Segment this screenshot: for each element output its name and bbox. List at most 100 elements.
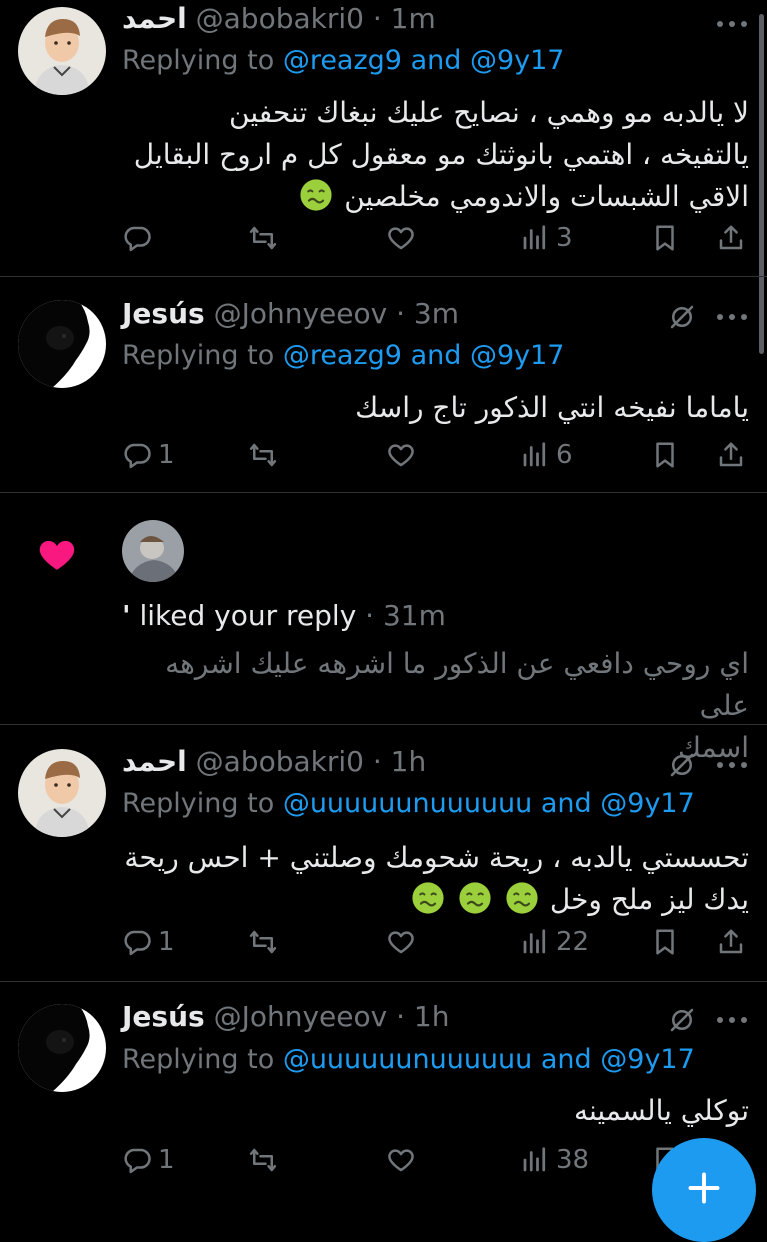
like-button[interactable]: [386, 922, 422, 962]
avatar[interactable]: [18, 7, 106, 95]
replying-prefix: Replying to: [122, 340, 275, 371]
bookmark-button[interactable]: [650, 435, 680, 475]
author-name[interactable]: احمد: [122, 745, 187, 778]
mention-link[interactable]: @uuuuuunuuuuuu: [283, 788, 532, 819]
timestamp[interactable]: · 1m: [373, 2, 436, 35]
muted-icon[interactable]: [667, 302, 697, 332]
replying-prefix: Replying to: [122, 788, 275, 819]
mention-and[interactable]: and: [411, 45, 462, 76]
like-button[interactable]: [386, 1140, 422, 1180]
share-button[interactable]: [716, 435, 746, 475]
timestamp[interactable]: · 1h: [396, 1000, 449, 1033]
author-name[interactable]: Jesús: [122, 1000, 205, 1033]
mention-link[interactable]: @9y17: [600, 788, 695, 819]
like-button[interactable]: [386, 218, 422, 258]
more-icon[interactable]: [715, 17, 749, 31]
tweet-text: لا يالدبه مو وهمي ، نصايح عليك نبغاك تنح…: [119, 92, 749, 218]
retweet-button[interactable]: [248, 1140, 284, 1180]
share-button[interactable]: [716, 922, 746, 962]
timestamp[interactable]: · 3m: [396, 297, 459, 330]
mention-link[interactable]: @9y17: [470, 340, 565, 371]
share-icon: [716, 223, 746, 253]
share-icon: [716, 440, 746, 470]
views-count: 38: [556, 1145, 590, 1175]
reply-icon: [122, 440, 152, 470]
more-icon[interactable]: [715, 758, 749, 772]
replying-to: Replying to @reazg9 and @9y17: [122, 45, 564, 76]
tweet-3[interactable]: احمد @abobakri0 · 1h Replying to @uuuuuu…: [0, 725, 767, 981]
bookmark-button[interactable]: [650, 922, 680, 962]
tweet-text: ياماما نفيخه انتي الذكور تاج راسك: [119, 387, 749, 429]
notification-action: liked your reply: [139, 599, 357, 632]
reply-button[interactable]: 1: [122, 1140, 175, 1180]
liker-avatar[interactable]: [122, 520, 184, 582]
views-button[interactable]: 6: [520, 435, 573, 475]
muted-icon[interactable]: [667, 750, 697, 780]
tweet-line: يالتفيخه ، اهتمي بانوثتك مو معقول كل م ا…: [133, 138, 749, 171]
avatar[interactable]: [18, 749, 106, 837]
views-button[interactable]: 22: [520, 922, 589, 962]
nauseated-face-emoji: [505, 881, 539, 915]
like-button[interactable]: [386, 435, 422, 475]
tweet-header: احمد @abobakri0 · 1m: [122, 2, 436, 35]
liker-name[interactable]: ': [122, 599, 131, 632]
tweet-line: الاقي الشبسات والاندومي مخلصين: [344, 180, 749, 213]
retweet-icon: [248, 1145, 278, 1175]
retweet-button[interactable]: [248, 922, 284, 962]
reply-button[interactable]: 1: [122, 922, 175, 962]
replying-to: Replying to @uuuuuunuuuuuu and @9y17: [122, 1044, 695, 1075]
views-count: 22: [556, 927, 590, 957]
author-name[interactable]: Jesús: [122, 297, 205, 330]
replying-prefix: Replying to: [122, 45, 275, 76]
tweet-line: ياماما نفيخه انتي الذكور تاج راسك: [355, 391, 749, 424]
more-icon[interactable]: [715, 310, 749, 324]
reply-count: 1: [158, 1145, 175, 1175]
views-count: 6: [556, 440, 573, 470]
retweet-button[interactable]: [248, 435, 284, 475]
timestamp[interactable]: · 1h: [373, 745, 426, 778]
reply-count: 1: [158, 927, 175, 957]
mention-link[interactable]: @uuuuuunuuuuuu: [283, 1044, 532, 1075]
author-handle[interactable]: @Johnyeeov: [214, 1000, 388, 1033]
views-button[interactable]: 38: [520, 1140, 589, 1180]
more-icon[interactable]: [715, 1013, 749, 1027]
nauseated-face-emoji: [458, 881, 492, 915]
action-bar: 1 22: [118, 922, 748, 962]
tweet-4[interactable]: Jesús @Johnyeeov · 1h Replying to @uuuuu…: [0, 982, 767, 1200]
tweet-2[interactable]: Jesús @Johnyeeov · 3m Replying to @reazg…: [0, 277, 767, 492]
avatar[interactable]: [18, 1004, 106, 1092]
mention-link[interactable]: @reazg9: [283, 340, 402, 371]
tweet-text: توكلي يالسمينه: [119, 1090, 749, 1132]
reply-button[interactable]: 1: [122, 435, 175, 475]
mention-and[interactable]: and: [541, 788, 592, 819]
retweet-button[interactable]: [248, 218, 284, 258]
bookmark-button[interactable]: [650, 218, 680, 258]
views-count: 3: [556, 223, 573, 253]
tweet-line: اي روحي دافعي عن الذكور ما اشرهه عليك اش…: [165, 647, 749, 722]
author-handle[interactable]: @Johnyeeov: [214, 297, 388, 330]
reply-button[interactable]: [122, 218, 158, 258]
compose-button[interactable]: [652, 1138, 756, 1242]
views-icon: [520, 927, 550, 957]
mention-link[interactable]: @reazg9: [283, 45, 402, 76]
replying-to: Replying to @uuuuuunuuuuuu and @9y17: [122, 788, 695, 819]
like-icon: [386, 223, 416, 253]
author-name[interactable]: احمد: [122, 2, 187, 35]
share-button[interactable]: [716, 218, 746, 258]
mention-and[interactable]: and: [411, 340, 462, 371]
reply-icon: [122, 223, 152, 253]
mention-link[interactable]: @9y17: [600, 1044, 695, 1075]
tweet-header: Jesús @Johnyeeov · 3m: [122, 297, 459, 330]
like-notification[interactable]: ' liked your reply · 31m اي روحي دافعي ع…: [0, 493, 767, 764]
reply-count: 1: [158, 440, 175, 470]
author-handle[interactable]: @abobakri0: [196, 2, 364, 35]
mention-and[interactable]: and: [541, 1044, 592, 1075]
tweet-1[interactable]: احمد @abobakri0 · 1m Replying to @reazg9…: [0, 0, 767, 276]
mention-link[interactable]: @9y17: [470, 45, 565, 76]
author-handle[interactable]: @abobakri0: [196, 745, 364, 778]
muted-icon[interactable]: [667, 1005, 697, 1035]
bookmark-icon: [650, 223, 680, 253]
like-icon: [386, 1145, 416, 1175]
views-button[interactable]: 3: [520, 218, 573, 258]
avatar[interactable]: [18, 300, 106, 388]
